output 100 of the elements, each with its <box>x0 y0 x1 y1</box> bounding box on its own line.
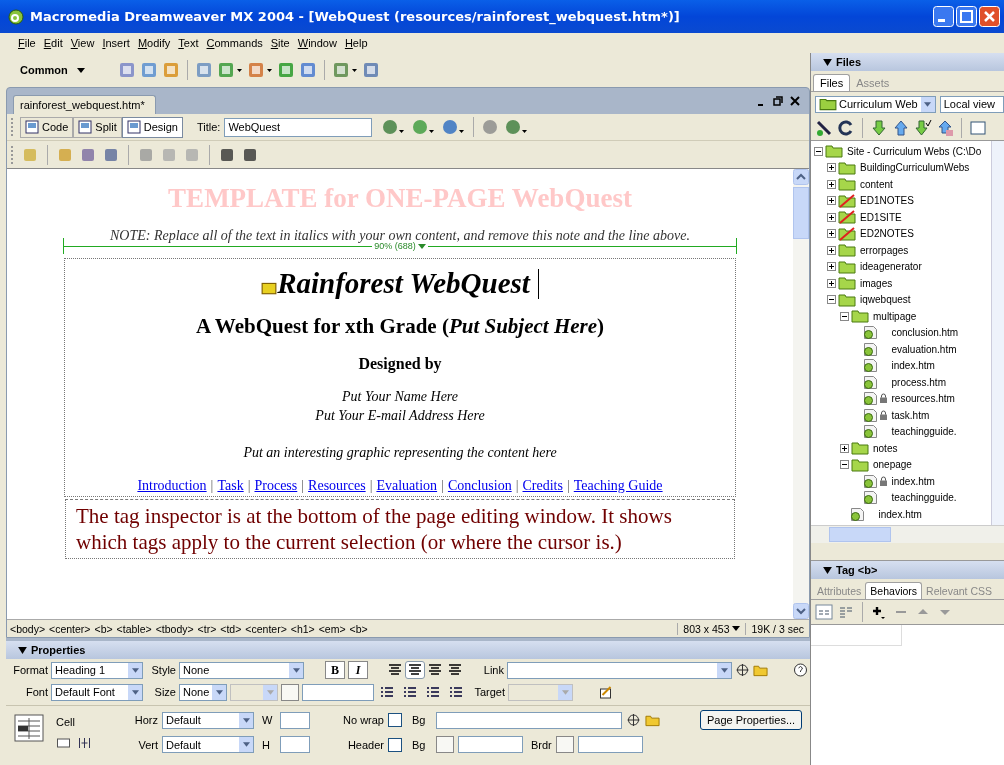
list-icon[interactable] <box>503 118 530 136</box>
tree-expander-icon[interactable] <box>840 311 849 321</box>
link-icon[interactable] <box>118 61 136 79</box>
page-icon[interactable] <box>332 61 358 79</box>
panel-title[interactable]: Tag <b> <box>836 564 878 576</box>
tree-item[interactable]: resources.htm <box>891 393 955 405</box>
point-to-file-icon[interactable] <box>626 713 641 727</box>
minimize-button[interactable] <box>933 6 954 27</box>
globe-icon[interactable] <box>440 118 467 136</box>
email-icon[interactable] <box>140 61 158 79</box>
table-icon[interactable] <box>195 61 213 79</box>
scrollbar-thumb[interactable] <box>793 187 809 239</box>
background-color-field[interactable] <box>458 736 523 753</box>
tree-expander-icon[interactable] <box>840 460 849 470</box>
help-icon[interactable] <box>793 663 808 677</box>
tag-selector-item[interactable]: <b> <box>94 622 113 635</box>
tag-selector-item[interactable]: <center> <box>49 622 91 635</box>
background-image-field[interactable] <box>436 711 622 729</box>
border-color-field[interactable] <box>577 736 643 753</box>
tree-expander-icon[interactable] <box>827 295 836 305</box>
tree-expander-icon[interactable] <box>827 229 836 239</box>
tree-item[interactable]: evaluation.htm <box>891 343 957 355</box>
scroll-up-icon[interactable] <box>793 169 809 185</box>
tree-item[interactable]: images <box>860 277 893 289</box>
collapse-triangle-icon[interactable] <box>18 646 27 654</box>
tree-item[interactable]: content <box>860 178 893 190</box>
color-picker[interactable] <box>281 683 299 701</box>
nav-link[interactable]: Credits <box>522 478 563 494</box>
panel-title[interactable]: Files <box>836 56 862 68</box>
style-dropdown[interactable]: None <box>179 661 304 679</box>
tree-item[interactable]: index.htm <box>878 508 922 520</box>
get-files-icon[interactable] <box>870 119 888 137</box>
point-to-file-icon[interactable] <box>735 663 750 677</box>
nav-link[interactable]: Conclusion <box>447 478 512 494</box>
tree-item[interactable]: ED1SITE <box>860 211 902 223</box>
expand-panel-icon[interactable] <box>969 119 987 137</box>
title-input[interactable]: WebQuest <box>224 117 373 137</box>
collapse-triangle-icon[interactable] <box>823 566 832 574</box>
menu-item[interactable]: Edit <box>43 37 63 49</box>
view-dropdown[interactable]: Local view <box>939 95 1004 113</box>
tree-expander-icon[interactable] <box>827 179 836 189</box>
tree-item[interactable]: BuildingCurriculumWebs <box>860 162 970 174</box>
tag-selector-item[interactable]: <td> <box>220 622 242 635</box>
tree-item[interactable]: iqwebquest <box>860 294 911 306</box>
tree-item[interactable]: conclusion.htm <box>891 327 959 339</box>
tree-expander-icon[interactable] <box>827 163 836 173</box>
refresh-icon[interactable] <box>837 119 855 137</box>
menu-item[interactable]: Insert <box>102 37 130 49</box>
vertical-scrollbar[interactable] <box>793 169 809 619</box>
nav-link[interactable]: Process <box>254 478 298 494</box>
nav-link[interactable]: Evaluation <box>376 478 438 494</box>
scroll-down-icon[interactable] <box>793 603 809 619</box>
insert-category-dropdown[interactable]: Common <box>14 64 114 76</box>
color-field[interactable] <box>302 683 374 701</box>
close-button[interactable] <box>979 6 1000 27</box>
connect-icon[interactable] <box>815 119 833 137</box>
file-transfer-icon[interactable] <box>410 118 437 136</box>
nav-link[interactable]: Teaching Guide <box>573 478 663 494</box>
tree-expander-icon[interactable] <box>827 278 836 288</box>
no-wrap-checkbox[interactable] <box>388 713 402 727</box>
panel-tab[interactable]: Files <box>813 74 851 91</box>
tag-selector-item[interactable]: <center> <box>245 622 287 635</box>
page-properties-button[interactable]: Page Properties... <box>700 710 803 730</box>
view-button[interactable]: Code <box>20 116 74 138</box>
collapse-triangle-icon[interactable] <box>823 58 832 66</box>
tree-expander-icon[interactable] <box>827 262 836 272</box>
font-dropdown[interactable]: Default Font <box>51 683 143 701</box>
vert-dropdown[interactable]: Default <box>162 736 254 753</box>
tree-item[interactable]: teachingguide. <box>891 492 957 504</box>
menu-item[interactable]: Commands <box>206 37 263 49</box>
put-files-icon[interactable] <box>892 119 910 137</box>
tree-item[interactable]: Site - Curriculum Webs (C:\Do <box>847 145 982 157</box>
tag-selector-item[interactable]: <b> <box>349 622 368 635</box>
check-in-icon[interactable] <box>936 119 954 137</box>
menu-item[interactable]: Help <box>344 37 368 49</box>
comment-icon[interactable] <box>299 61 317 79</box>
tree-item[interactable]: multipage <box>873 310 917 322</box>
image-icon[interactable] <box>217 61 243 79</box>
tree-expander-icon[interactable] <box>827 245 836 255</box>
tree-expander-icon[interactable] <box>827 212 836 222</box>
caret-icon[interactable] <box>417 243 428 249</box>
italic-button[interactable]: I <box>348 661 368 679</box>
split-cell-icon[interactable] <box>77 736 92 750</box>
panel-tab[interactable]: Behaviors <box>865 582 923 599</box>
widget-icon[interactable] <box>247 61 273 79</box>
calendar-icon[interactable] <box>277 61 295 79</box>
border-color-picker[interactable] <box>555 736 574 753</box>
quick-tag-editor-icon[interactable] <box>598 685 613 699</box>
header-checkbox[interactable] <box>388 737 402 752</box>
horizontal-scrollbar[interactable] <box>811 525 1004 543</box>
horz-dropdown[interactable]: Default <box>162 711 254 729</box>
validate-icon[interactable] <box>380 118 407 136</box>
tree-item[interactable]: ideagenerator <box>860 261 922 273</box>
width-field[interactable] <box>280 711 310 729</box>
tag-selector-item[interactable]: <em> <box>318 622 346 635</box>
check-out-icon[interactable] <box>914 119 932 137</box>
tag-selector-item[interactable]: <body> <box>10 622 46 635</box>
height-field[interactable] <box>280 736 310 753</box>
site-dropdown[interactable]: Curriculum Web <box>815 95 936 113</box>
size-dropdown[interactable]: None <box>179 683 227 701</box>
